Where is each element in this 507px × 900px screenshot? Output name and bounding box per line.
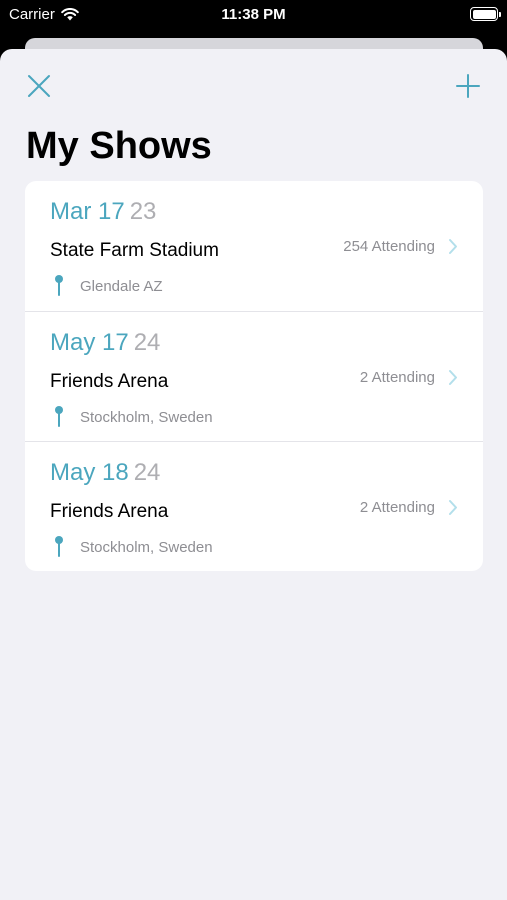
- show-location: Stockholm, Sweden: [80, 409, 213, 426]
- chevron-right-icon: [449, 239, 457, 254]
- show-date: May 17 24: [50, 329, 161, 356]
- show-venue: State Farm Stadium: [50, 240, 219, 261]
- plus-icon[interactable]: [453, 71, 483, 101]
- status-bar: Carrier 11:38 PM: [0, 0, 507, 30]
- page-title: My Shows: [26, 125, 212, 167]
- show-row[interactable]: Mar 17 23 State Farm Stadium 254 Attendin…: [25, 181, 483, 311]
- location-pin-icon: [55, 275, 63, 296]
- attending-count: 2 Attending: [359, 369, 435, 386]
- show-year: 23: [129, 198, 157, 225]
- attending-count: 254 Attending: [343, 238, 435, 255]
- location-pin-icon: [55, 406, 63, 427]
- show-year: 24: [133, 329, 161, 356]
- show-date: May 18 24: [50, 459, 161, 486]
- show-location: Glendale AZ: [80, 278, 163, 295]
- show-venue: Friends Arena: [50, 371, 169, 392]
- attending-count: 2 Attending: [359, 499, 435, 516]
- status-time: 11:38 PM: [221, 6, 286, 23]
- chevron-right-icon: [449, 370, 457, 385]
- location-pin-icon: [55, 536, 63, 557]
- show-row[interactable]: May 18 24 Friends Arena 2 Attending Stock…: [25, 441, 483, 571]
- show-row[interactable]: May 17 24 Friends Arena 2 Attending Stock…: [25, 311, 483, 441]
- show-location: Stockholm, Sweden: [80, 539, 213, 556]
- show-venue: Friends Arena: [50, 501, 169, 522]
- close-icon[interactable]: [24, 71, 54, 101]
- show-date: Mar 17 23: [50, 198, 157, 225]
- modal-sheet: My Shows Mar 17 23 State Farm Stadium 254…: [0, 49, 507, 900]
- chevron-right-icon: [449, 500, 457, 515]
- shows-list: Mar 17 23 State Farm Stadium 254 Attendin…: [25, 181, 483, 571]
- show-year: 24: [133, 459, 161, 486]
- battery-icon: [470, 7, 501, 21]
